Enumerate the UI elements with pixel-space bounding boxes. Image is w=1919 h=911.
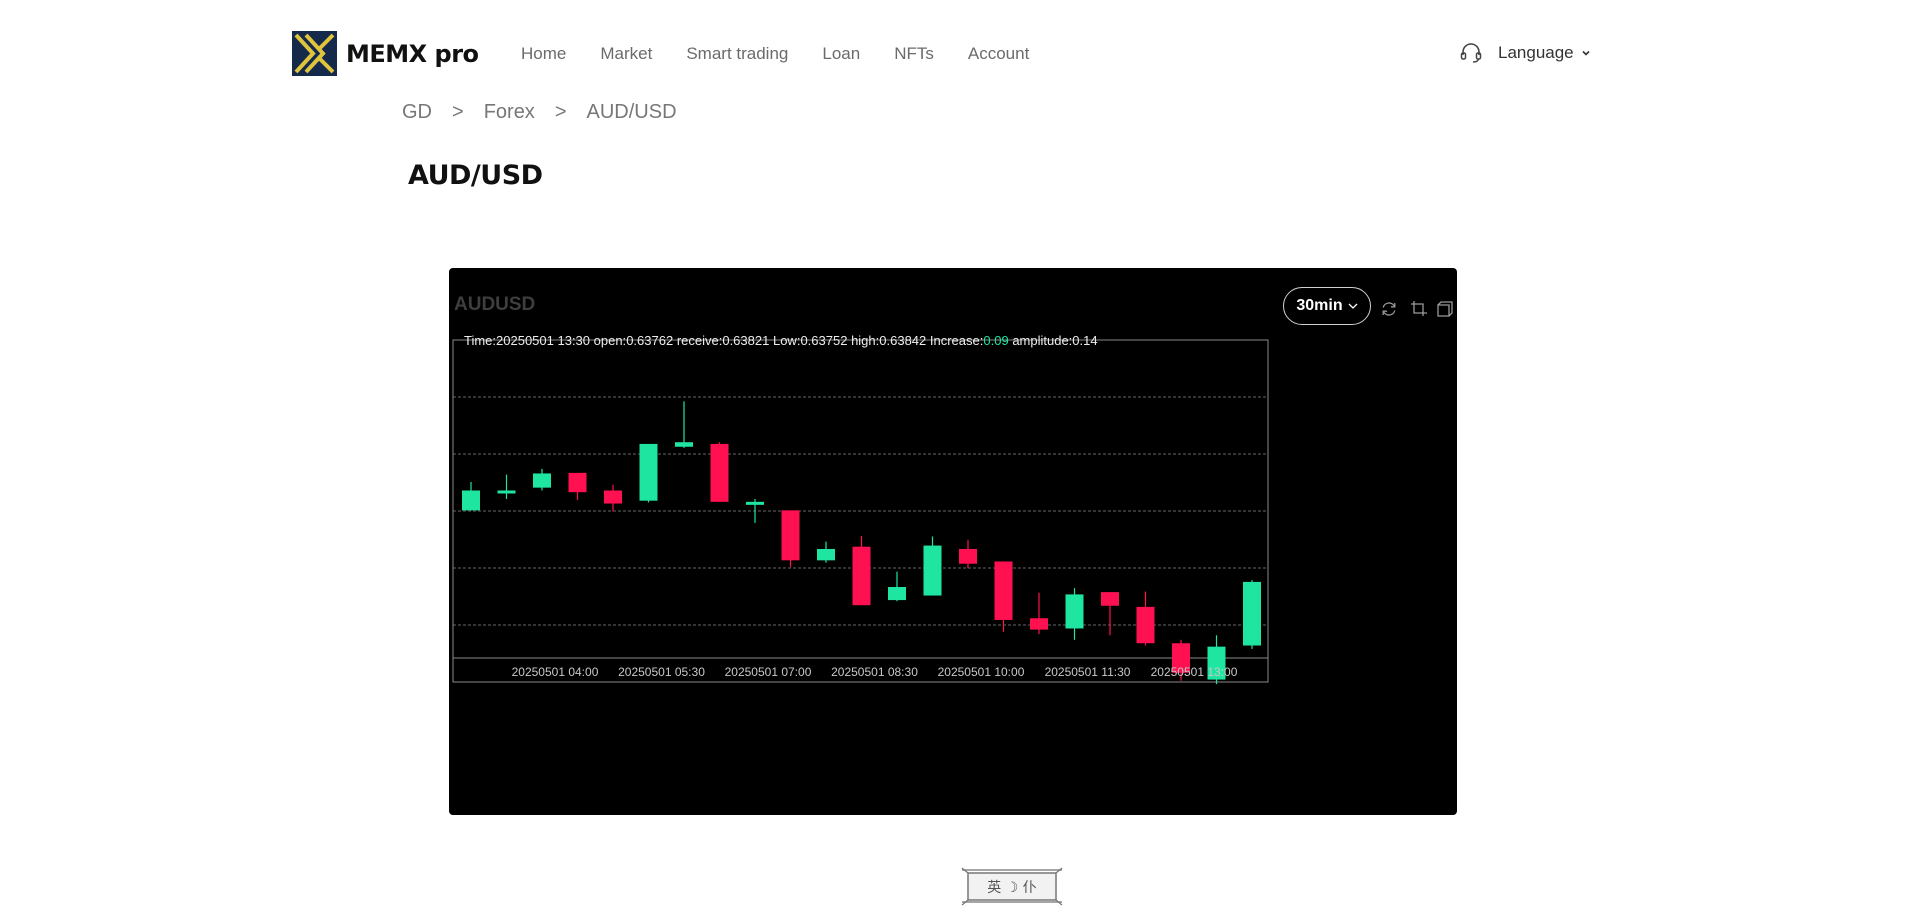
candle-body <box>1136 606 1155 644</box>
candle-body <box>852 546 871 606</box>
chevron-down-icon <box>1582 50 1590 56</box>
candle-body <box>1101 592 1119 606</box>
language-selector[interactable]: Language <box>1460 43 1591 63</box>
top-navigation: MEMX pro Home Market Smart trading Loan … <box>0 0 1900 110</box>
breadcrumb-gd[interactable]: GD <box>402 101 432 124</box>
breadcrumb-current: AUD/USD <box>586 101 677 123</box>
time-label: Time: <box>464 333 497 348</box>
candle-body <box>604 490 622 504</box>
nav-smart-trading[interactable]: Smart trading <box>686 44 788 64</box>
candle-body <box>675 442 693 447</box>
x-tick-label: 20250501 08:30 <box>831 665 918 679</box>
candle-body <box>817 548 835 561</box>
x-tick-label: 20250501 05:30 <box>618 665 705 679</box>
candle-body <box>462 490 480 511</box>
fullscreen-icon[interactable] <box>1435 300 1453 318</box>
badge-text: 英 ☽ 仆 <box>987 879 1036 896</box>
memx-logo-icon <box>292 31 337 76</box>
open-label: open: <box>593 333 627 348</box>
brand-logo[interactable]: MEMX pro <box>292 31 479 76</box>
candle-body <box>923 545 942 596</box>
high-value: 0.63842 <box>879 333 927 348</box>
candle-body <box>1243 581 1261 646</box>
low-label: Low: <box>772 333 801 348</box>
high-label: high: <box>851 333 880 348</box>
chart-panel: 20250501 04:00 20250501 05:30 20250501 07:… <box>449 268 1457 815</box>
nav-home[interactable]: Home <box>521 44 566 64</box>
x-tick-label: 20250501 13:00 <box>1151 665 1238 679</box>
language-label: Language <box>1498 43 1574 62</box>
ohlc-info: Time:20250501 13:30 open:0.63762 receive… <box>464 333 1098 348</box>
x-tick-label: 20250501 11:30 <box>1045 665 1131 679</box>
amplitude-label: amplitude: <box>1012 333 1073 348</box>
breadcrumb-separator: > <box>554 101 567 123</box>
candle-body <box>1030 618 1048 630</box>
chevron-down-icon <box>1348 303 1358 309</box>
candlestick-chart[interactable]: 20250501 04:00 20250501 05:30 20250501 07:… <box>449 268 1457 815</box>
candle-body <box>533 473 551 488</box>
open-value: 0.63762 <box>626 333 674 348</box>
stamp-badge-icon: 英 ☽ 仆 <box>961 867 1063 906</box>
candle-body <box>639 443 658 501</box>
x-tick-label: 20250501 10:00 <box>938 665 1025 679</box>
candle-body <box>1065 594 1084 629</box>
candle-body <box>497 490 516 494</box>
breadcrumb: GD > Forex > AUD/USD <box>402 101 677 124</box>
x-tick-label: 20250501 07:00 <box>725 665 812 679</box>
receive-label: receive: <box>676 333 723 348</box>
low-value: 0.63752 <box>800 333 848 348</box>
nav-nfts[interactable]: NFTs <box>894 44 934 64</box>
candle-body <box>710 443 729 502</box>
interval-selector[interactable]: 30min <box>1283 287 1371 325</box>
nav-account[interactable]: Account <box>968 44 1029 64</box>
headset-icon[interactable] <box>1460 43 1482 63</box>
x-tick-label: 20250501 04:00 <box>512 665 599 679</box>
nav-market[interactable]: Market <box>600 44 652 64</box>
refresh-icon[interactable] <box>1380 300 1398 318</box>
candle-body <box>746 501 764 505</box>
crop-icon[interactable] <box>1410 300 1428 318</box>
increase-label: Increase: <box>929 333 984 348</box>
brand-name: MEMX pro <box>346 39 479 68</box>
breadcrumb-separator: > <box>452 101 464 123</box>
interval-label: 30min <box>1296 297 1343 314</box>
nav-loan[interactable]: Loan <box>822 44 860 64</box>
page-title: AUD/USD <box>408 160 543 191</box>
candle-body <box>781 510 800 561</box>
candle-body <box>568 472 587 493</box>
candle-body <box>959 548 977 564</box>
increase-value: 0.09 <box>983 333 1009 348</box>
candle-body <box>888 587 906 601</box>
receive-value: 0.63821 <box>722 333 770 348</box>
amplitude-value: 0.14 <box>1072 333 1098 348</box>
chart-symbol: AUDUSD <box>454 294 536 315</box>
breadcrumb-forex[interactable]: Forex <box>484 101 535 124</box>
candle-body <box>994 561 1013 620</box>
time-value: 20250501 13:30 <box>496 333 591 348</box>
main-nav: Home Market Smart trading Loan NFTs Acco… <box>521 44 1063 64</box>
